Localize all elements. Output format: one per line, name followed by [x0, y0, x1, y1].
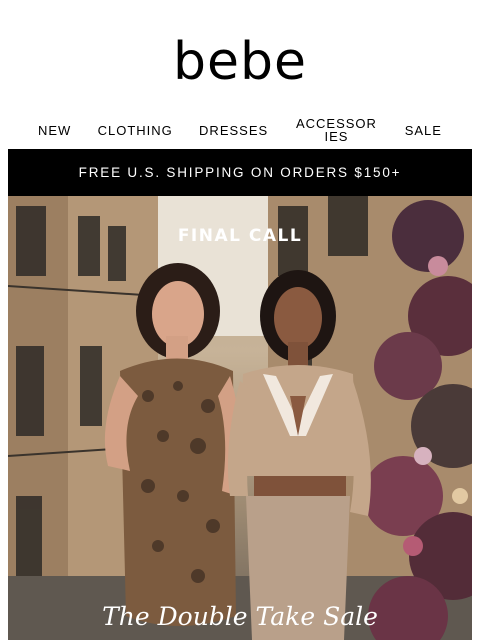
nav-item-sale[interactable]: SALE — [405, 124, 442, 137]
main-nav: NEW CLOTHING DRESSES ACCESSORIES SALE — [38, 114, 442, 146]
hero-sale-title: The Double Take Sale — [102, 602, 378, 631]
nav-item-accessories[interactable]: ACCESSORIES — [294, 117, 378, 143]
hero-headline: FINAL CALL — [177, 226, 303, 246]
nav-item-dresses[interactable]: DRESSES — [199, 124, 268, 137]
hero-photo-illustration — [8, 196, 472, 640]
nav-item-clothing[interactable]: CLOTHING — [98, 124, 173, 137]
hero-image[interactable]: FINAL CALL The Double Take Sale — [8, 196, 472, 640]
brand-logo[interactable]: bebe — [0, 34, 480, 90]
free-shipping-banner[interactable]: FREE U.S. SHIPPING ON ORDERS $150+ — [8, 149, 472, 196]
nav-item-new[interactable]: NEW — [38, 124, 71, 137]
